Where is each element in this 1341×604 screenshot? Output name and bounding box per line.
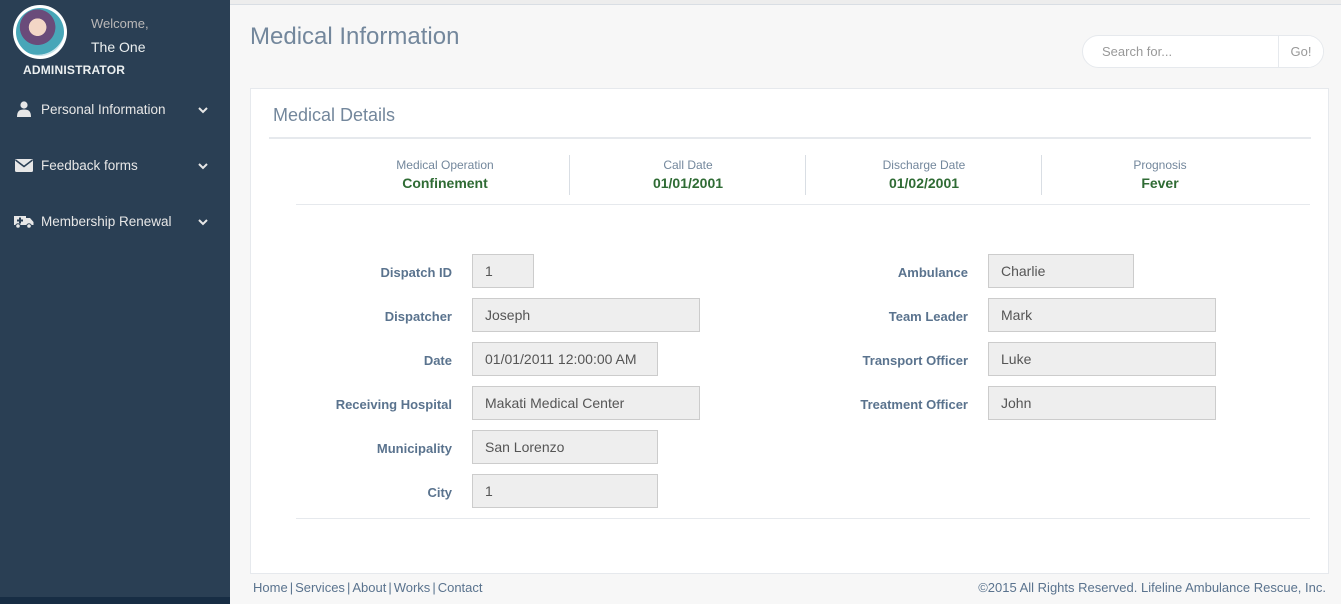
receiving-hospital-field[interactable]: Makati Medical Center (472, 386, 700, 420)
municipality-field[interactable]: San Lorenzo (472, 430, 658, 464)
avatar-image (16, 8, 64, 56)
sidebar-item-membership-renewal[interactable]: Membership Renewal (0, 201, 230, 241)
stat-label: Prognosis (1133, 158, 1187, 172)
search-bar: Go! (1082, 35, 1324, 68)
medical-details-panel: Medical Details Medical Operation Confin… (250, 88, 1329, 574)
copyright-text: ©2015 All Rights Reserved. Lifeline Ambu… (978, 580, 1326, 595)
stat-discharge-date: Discharge Date 01/02/2001 (806, 155, 1042, 195)
stat-value: 01/02/2001 (888, 175, 960, 191)
sidebar-item-label: Feedback forms (41, 157, 138, 173)
ambulance-icon (14, 214, 34, 229)
chevron-down-icon (198, 102, 208, 117)
username: The One (91, 39, 146, 55)
dispatch-id-field[interactable]: 1 (472, 254, 534, 288)
stats-row: Medical Operation Confinement Call Date … (296, 155, 1310, 205)
footer-link-works[interactable]: Works (394, 580, 431, 595)
city-field[interactable]: 1 (472, 474, 658, 508)
ambulance-field[interactable]: Charlie (988, 254, 1134, 288)
user-icon (14, 101, 34, 117)
stat-value: 01/01/2001 (652, 175, 724, 191)
team-leader-field[interactable]: Mark (988, 298, 1216, 332)
ambulance-label: Ambulance (897, 265, 968, 280)
avatar[interactable] (13, 5, 67, 59)
treatment-officer-label: Treatment Officer (860, 397, 968, 412)
chevron-down-icon (198, 214, 208, 229)
stat-call-date: Call Date 01/01/2001 (570, 155, 806, 195)
footer-link-about[interactable]: About (352, 580, 386, 595)
treatment-officer-field[interactable]: John (988, 386, 1216, 420)
footer-separator: | (432, 580, 436, 595)
dispatcher-label: Dispatcher (384, 309, 452, 324)
city-label: City (427, 485, 452, 500)
divider (296, 518, 1310, 519)
municipality-label: Municipality (376, 441, 452, 456)
chevron-down-icon (198, 158, 208, 173)
user-role: ADMINISTRATOR (23, 63, 126, 77)
sidebar-item-label: Personal Information (41, 101, 166, 117)
team-leader-label: Team Leader (888, 309, 968, 324)
date-label: Date (423, 353, 452, 368)
footer-link-contact[interactable]: Contact (438, 580, 483, 595)
footer-links: Home | Services | About | Works | Contact (253, 580, 483, 595)
stat-label: Medical Operation (396, 158, 494, 172)
transport-officer-label: Transport Officer (862, 353, 968, 368)
transport-officer-field[interactable]: Luke (988, 342, 1216, 376)
dispatcher-field[interactable]: Joseph (472, 298, 700, 332)
footer-link-services[interactable]: Services (295, 580, 345, 595)
divider (269, 137, 1311, 139)
top-nav-bar (230, 0, 1341, 5)
search-input[interactable] (1083, 36, 1278, 67)
stat-prognosis: Prognosis Fever (1042, 155, 1278, 195)
stat-value: Fever (1141, 175, 1179, 191)
receiving-hospital-label: Receiving Hospital (335, 397, 452, 412)
date-field[interactable]: 01/01/2011 12:00:00 AM (472, 342, 658, 376)
stat-label: Call Date (663, 158, 713, 172)
sidebar-footer-bar (0, 597, 230, 604)
welcome-text: Welcome, (91, 16, 149, 31)
stat-value: Confinement (402, 175, 488, 191)
footer-link-home[interactable]: Home (253, 580, 288, 595)
stat-medical-operation: Medical Operation Confinement (296, 155, 594, 195)
sidebar-item-feedback-forms[interactable]: Feedback forms (0, 145, 230, 185)
search-go-button[interactable]: Go! (1278, 36, 1323, 67)
sidebar: Welcome, The One ADMINISTRATOR Personal … (0, 0, 230, 604)
stat-label: Discharge Date (882, 158, 966, 172)
page-title: Medical Information (250, 23, 460, 50)
sidebar-item-label: Membership Renewal (41, 213, 172, 229)
footer-separator: | (346, 580, 351, 595)
envelope-icon (14, 158, 34, 172)
footer-separator: | (289, 580, 294, 595)
dispatch-id-label: Dispatch ID (380, 265, 452, 280)
footer-separator: | (388, 580, 392, 595)
sidebar-item-personal-information[interactable]: Personal Information (0, 89, 230, 129)
panel-title: Medical Details (273, 105, 396, 125)
